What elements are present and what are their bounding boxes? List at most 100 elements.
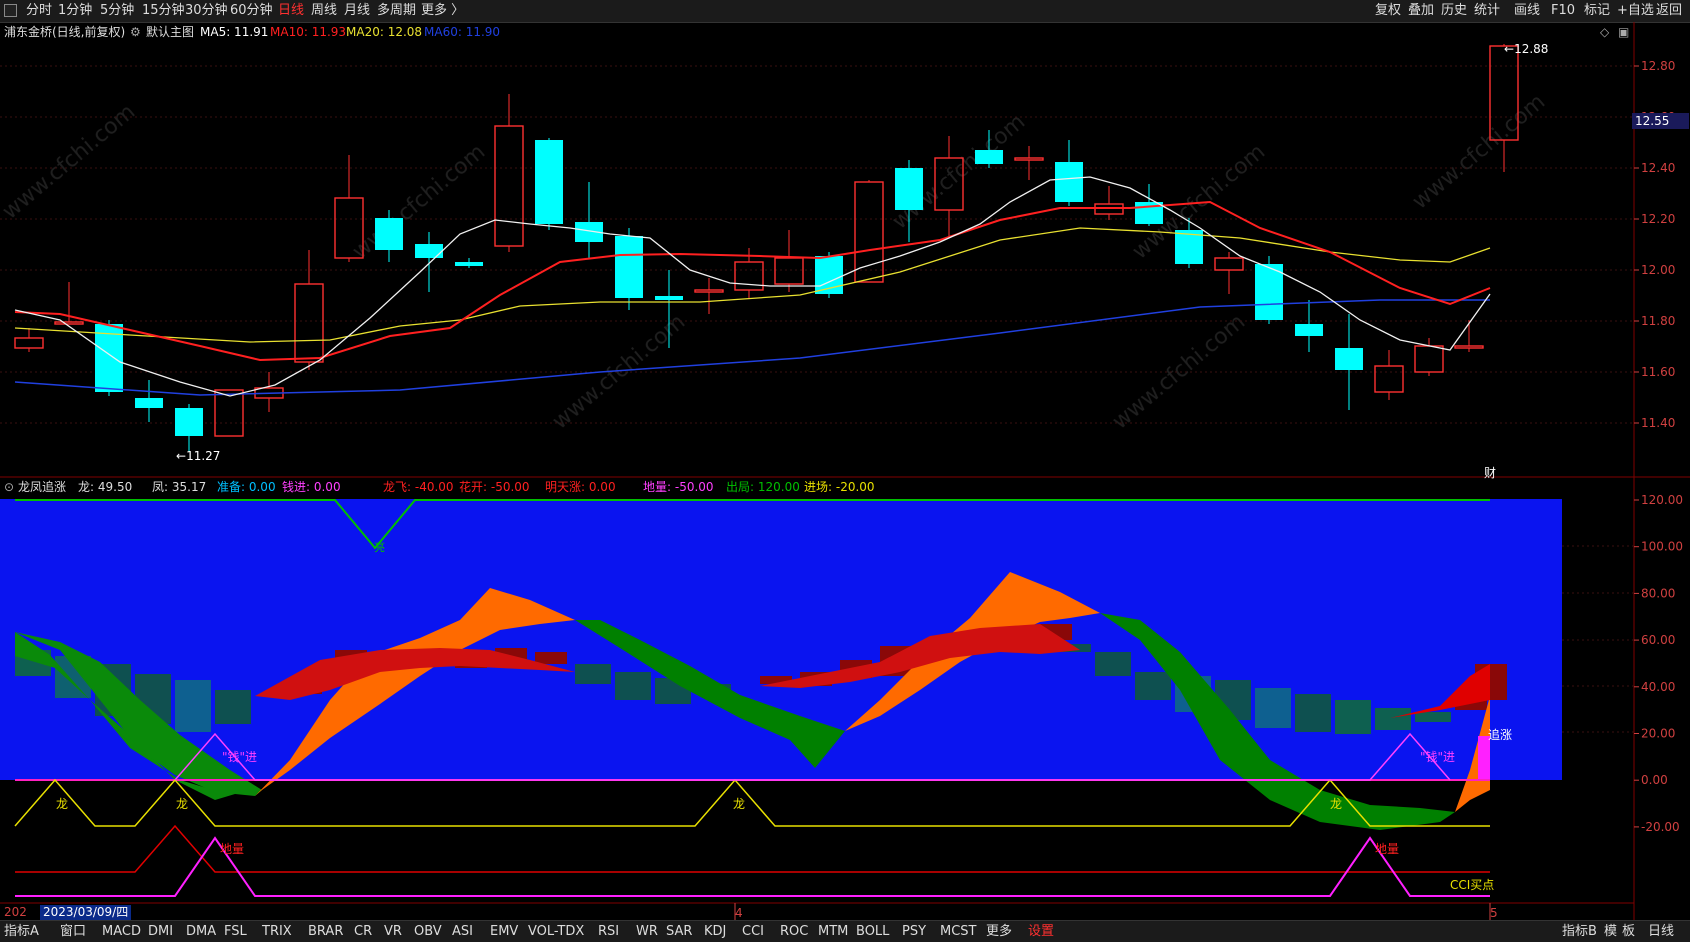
candlestick [1214, 252, 1244, 294]
indicator-tab-4[interactable]: DMA [186, 923, 216, 940]
indicator-tab-6[interactable]: TRIX [262, 923, 292, 940]
ind-diliang: 地量: -50.00 [643, 480, 714, 494]
indicator-tab-23[interactable]: MCST [940, 923, 977, 940]
bottom-right-tab-0[interactable]: 指标B [1562, 923, 1597, 940]
indicator-tab-15[interactable]: WR [636, 923, 658, 940]
price-grid [0, 65, 1634, 424]
indicator-blue-zone [0, 499, 1562, 780]
histogram-bar [1135, 672, 1171, 700]
indicator-tab-18[interactable]: CCI [742, 923, 764, 940]
histogram-bar [175, 680, 211, 732]
ind-zhunbei: 准备: 0.00 [217, 480, 276, 494]
indicator-grid [1562, 545, 1634, 733]
bottom-right-tab-1[interactable]: 模 [1604, 923, 1617, 940]
candlestick [254, 372, 284, 412]
indicator-toggle-icon[interactable]: ⊙ [4, 478, 14, 496]
price-tick-label: 12.20 [1641, 212, 1675, 226]
indicator-name[interactable]: 龙凤追涨 [18, 478, 66, 496]
histogram-bar [1295, 694, 1331, 732]
qianjin-signal-label-1: "钱"进 [222, 750, 258, 764]
zhuizhang-label: 追涨 [1488, 728, 1513, 742]
candlestick [1094, 186, 1124, 220]
month-marker-4: 4 [735, 906, 743, 920]
indicator-tab-21[interactable]: BOLL [856, 923, 889, 940]
candlestick [135, 380, 163, 422]
indicator-tick-label: 120.00 [1641, 493, 1683, 507]
histogram-bar [615, 672, 651, 700]
indicator-tab-3[interactable]: DMI [148, 923, 173, 940]
histogram-bar [1095, 652, 1131, 676]
ind-jinchang: 进场: -20.00 [804, 480, 875, 494]
candlestick [214, 389, 244, 437]
indicator-tab-8[interactable]: CR [354, 923, 372, 940]
indicator-tab-13[interactable]: VOL-TDX [528, 923, 584, 940]
diliang-label-2: 地量 [1375, 842, 1400, 856]
svg-text:www.cfchi.com: www.cfchi.com [0, 99, 140, 224]
bottom-right-tab-2[interactable]: 板 [1622, 923, 1635, 940]
histogram-bar-red [535, 652, 567, 664]
candlestick [1374, 350, 1404, 400]
price-tick-label: 12.80 [1641, 59, 1675, 73]
price-tick-label: 12.00 [1641, 263, 1675, 277]
indicator-tick-label: -20.00 [1641, 820, 1680, 834]
candlestick-series [14, 44, 1519, 452]
indicator-tab-25[interactable]: 设置 [1028, 923, 1054, 940]
ind-chuju: 出局: 120.00 [726, 480, 800, 494]
price-tick-label: 11.60 [1641, 365, 1675, 379]
indicator-tab-1[interactable]: 窗口 [60, 923, 86, 940]
month-marker-5: 5 [1490, 906, 1498, 920]
histogram-bar [1335, 700, 1371, 734]
histogram-bar [1415, 712, 1451, 722]
indicator-tab-20[interactable]: MTM [818, 923, 848, 940]
indicator-tab-14[interactable]: RSI [598, 923, 619, 940]
candlestick [854, 180, 884, 283]
candlestick [95, 320, 123, 396]
histogram-bar [215, 690, 251, 724]
candlestick [694, 278, 724, 314]
svg-text:www.cfchi.com: www.cfchi.com [1408, 89, 1550, 214]
ind-long: 龙: 49.50 [78, 480, 133, 494]
indicator-tab-7[interactable]: BRAR [308, 923, 343, 940]
price-tick-label: 12.40 [1641, 161, 1675, 175]
candlestick [1014, 146, 1044, 180]
ind-qianjin: 钱进: 0.00 [282, 480, 341, 494]
indicator-tab-5[interactable]: FSL [224, 923, 247, 940]
candlestick [14, 328, 44, 352]
svg-text:www.cfchi.com: www.cfchi.com [1108, 309, 1250, 434]
indicator-tabs-bar: 指标A 窗口 MACD DMI DMA FSL TRIX BRAR CR VR OBV ASI EMV V… [0, 920, 1690, 942]
indicator-tab-11[interactable]: ASI [452, 923, 473, 940]
indicator-tab-16[interactable]: SAR [666, 923, 692, 940]
indicator-tab-2[interactable]: MACD [102, 923, 141, 940]
histogram-bar [1255, 688, 1291, 728]
indicator-tab-19[interactable]: ROC [780, 923, 808, 940]
ind-feng: 凤: 35.17 [152, 480, 207, 494]
indicator-tab-24[interactable]: 更多 [986, 923, 1012, 940]
ind-mingtian: 明天涨: 0.00 [545, 480, 616, 494]
indicator-tick-label: 20.00 [1641, 727, 1675, 741]
histogram-bar [575, 664, 611, 684]
indicator-tick-label: 80.00 [1641, 586, 1675, 600]
indicator-tab-12[interactable]: EMV [490, 923, 518, 940]
indicator-tab-22[interactable]: PSY [902, 923, 926, 940]
long-signal-label-1: 龙 [56, 797, 69, 811]
cursor-date: 2023/03/09/四 [40, 905, 132, 920]
indicator-tab-10[interactable]: OBV [414, 923, 442, 940]
long-signal-label-3: 龙 [733, 797, 746, 811]
indicator-tab-9[interactable]: VR [384, 923, 402, 940]
low-price-label: ←11.27 [176, 449, 221, 463]
cai-marker[interactable]: 财 [1484, 464, 1496, 481]
indicator-tab-17[interactable]: KDJ [704, 923, 726, 940]
indicator-axis-ticks: 120.00 100.00 80.00 60.00 40.00 20.00 0.00 -20.… [1634, 493, 1683, 834]
candlestick [615, 228, 643, 310]
long-signal-label-4: 龙 [1330, 797, 1343, 811]
candlestick [494, 94, 524, 252]
candlestick [1255, 256, 1283, 324]
candlestick [535, 138, 563, 230]
indicator-tab-0[interactable]: 指标A [4, 923, 39, 940]
price-tick-label: 11.80 [1641, 314, 1675, 328]
ind-longfei: 龙飞: -40.00 [383, 480, 454, 494]
candlestick [1055, 140, 1083, 206]
qianjin-signal-label-2: "钱"进 [1420, 750, 1456, 764]
indicator-tick-label: 60.00 [1641, 633, 1675, 647]
bottom-right-tab-3[interactable]: 日线 [1648, 923, 1674, 940]
